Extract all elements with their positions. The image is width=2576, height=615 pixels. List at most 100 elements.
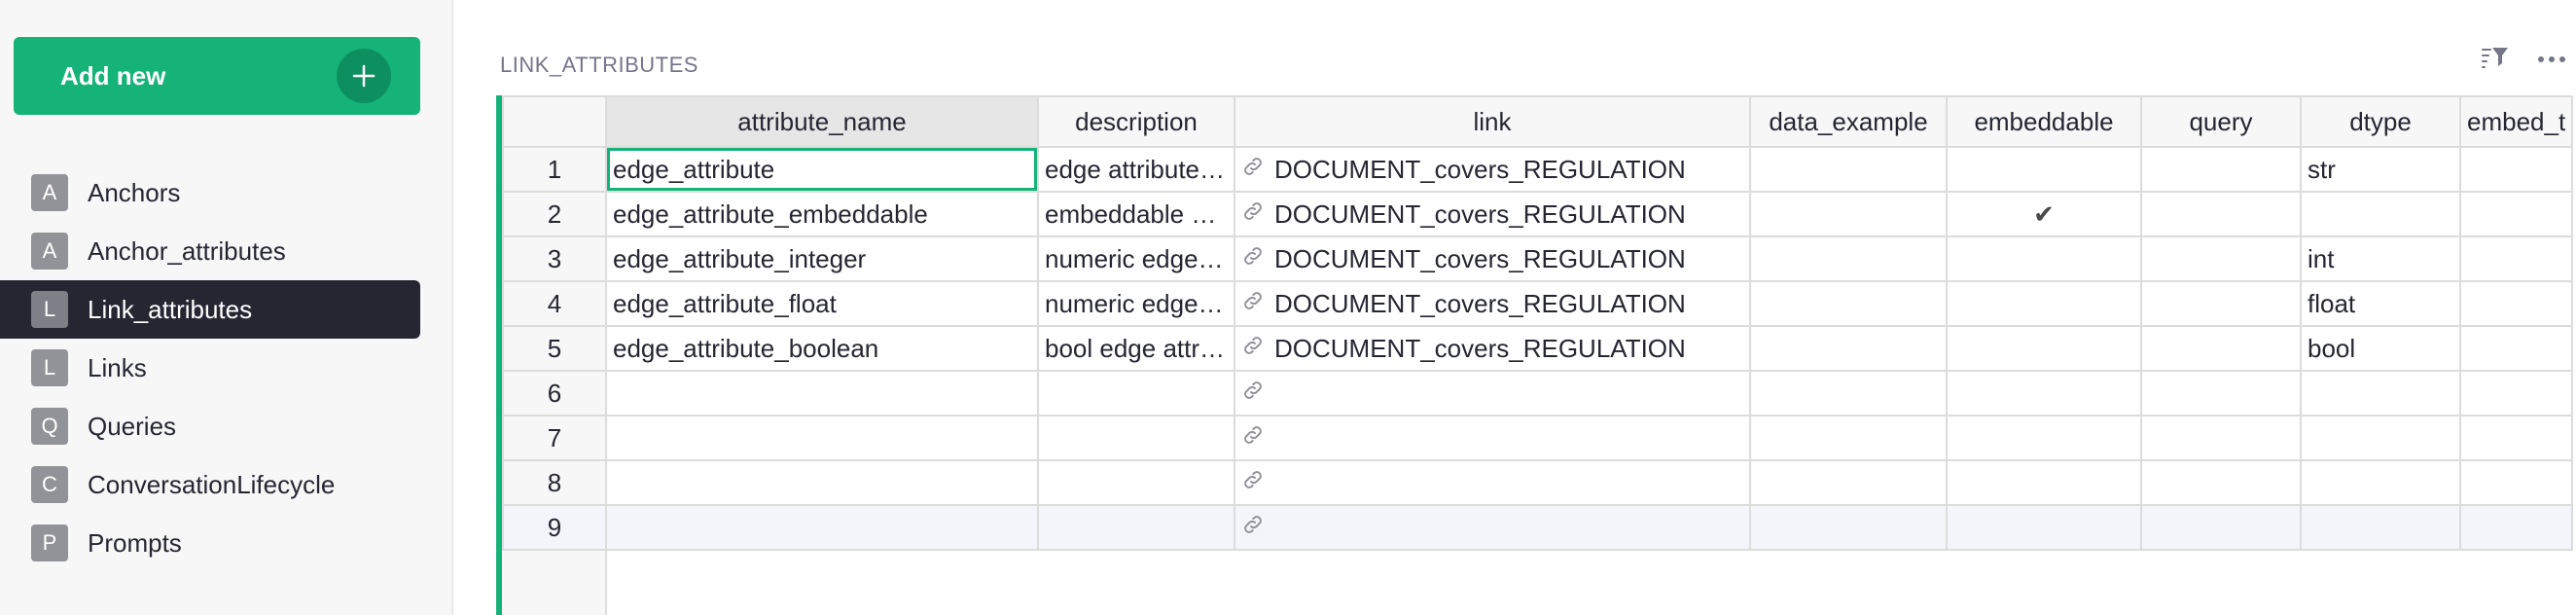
add-new-button[interactable]: Add new: [14, 37, 420, 115]
cell-query[interactable]: [2140, 325, 2302, 372]
table-row[interactable]: 5 edge_attribute_boolean bool edge attr… DO…: [502, 325, 2574, 372]
cell-dtype[interactable]: [2300, 459, 2461, 506]
cell-attribute-name[interactable]: edge_attribute_embeddable: [605, 191, 1039, 237]
column-header-query[interactable]: query: [2140, 95, 2302, 148]
cell-query[interactable]: [2140, 459, 2302, 506]
sidebar-item-links[interactable]: L Links: [0, 339, 420, 397]
cell-attribute-name[interactable]: edge_attribute_integer: [605, 235, 1039, 282]
cell-link[interactable]: [1234, 370, 1751, 416]
row-number[interactable]: 3: [502, 235, 607, 282]
row-number[interactable]: 2: [502, 191, 607, 237]
sidebar-item-link-attributes[interactable]: L Link_attributes: [0, 280, 420, 339]
cell-embeddable[interactable]: [1946, 280, 2142, 327]
column-header-data-example[interactable]: data_example: [1749, 95, 1948, 148]
cell-link[interactable]: DOCUMENT_covers_REGULATION: [1234, 235, 1751, 282]
row-number[interactable]: 7: [502, 415, 607, 461]
cell-data-example[interactable]: [1749, 235, 1948, 282]
cell-query[interactable]: [2140, 191, 2302, 237]
cell-data-example[interactable]: [1749, 325, 1948, 372]
table-row[interactable]: 6: [502, 370, 2574, 416]
cell-query[interactable]: [2140, 370, 2302, 416]
cell-link[interactable]: DOCUMENT_covers_REGULATION: [1234, 325, 1751, 372]
cell-description[interactable]: [1037, 370, 1235, 416]
row-number[interactable]: 5: [502, 325, 607, 372]
cell-embeddable[interactable]: [1946, 415, 2142, 461]
grid-corner[interactable]: [502, 95, 607, 148]
cell-query[interactable]: [2140, 504, 2302, 551]
cell-embed-t[interactable]: [2458, 415, 2574, 461]
table-row[interactable]: 2 edge_attribute_embeddable embeddable … DO…: [502, 191, 2574, 237]
cell-link[interactable]: [1234, 415, 1751, 461]
more-options-icon[interactable]: [2537, 52, 2566, 69]
table-row[interactable]: 8: [502, 459, 2574, 506]
cell-attribute-name[interactable]: [605, 504, 1039, 551]
cell-link[interactable]: [1234, 504, 1751, 551]
row-number[interactable]: 9: [502, 504, 607, 551]
cell-description[interactable]: embeddable …: [1037, 191, 1235, 237]
cell-description[interactable]: numeric edge…: [1037, 235, 1235, 282]
column-header-embed-t[interactable]: embed_t: [2458, 95, 2574, 148]
cell-query[interactable]: [2140, 146, 2302, 193]
cell-link[interactable]: DOCUMENT_covers_REGULATION: [1234, 146, 1751, 193]
table-row[interactable]: 7: [502, 415, 2574, 461]
cell-dtype[interactable]: [2300, 370, 2461, 416]
cell-attribute-name[interactable]: edge_attribute_float: [605, 280, 1039, 327]
cell-embed-t[interactable]: [2458, 280, 2574, 327]
cell-embeddable[interactable]: [1946, 235, 2142, 282]
cell-embeddable[interactable]: ✔: [1946, 191, 2142, 237]
column-header-embeddable[interactable]: embeddable: [1946, 95, 2142, 148]
cell-link[interactable]: DOCUMENT_covers_REGULATION: [1234, 191, 1751, 237]
table-row[interactable]: 3 edge_attribute_integer numeric edge… DOCU…: [502, 235, 2574, 282]
cell-attribute-name[interactable]: [605, 370, 1039, 416]
cell-link[interactable]: [1234, 459, 1751, 506]
cell-embeddable[interactable]: [1946, 459, 2142, 506]
column-header-description[interactable]: description: [1037, 95, 1235, 148]
table-row[interactable]: 1 edge_attribute edge attribute… DOCUMENT_c…: [502, 146, 2574, 193]
row-number[interactable]: 8: [502, 459, 607, 506]
cell-dtype[interactable]: [2300, 415, 2461, 461]
cell-description[interactable]: [1037, 459, 1235, 506]
sidebar-item-anchors[interactable]: A Anchors: [0, 163, 420, 222]
cell-data-example[interactable]: [1749, 146, 1948, 193]
cell-attribute-name[interactable]: [605, 459, 1039, 506]
cell-dtype[interactable]: int: [2300, 235, 2461, 282]
cell-description[interactable]: edge attribute…: [1037, 146, 1235, 193]
cell-embed-t[interactable]: [2458, 191, 2574, 237]
cell-attribute-name[interactable]: edge_attribute_boolean: [605, 325, 1039, 372]
cell-dtype[interactable]: [2300, 191, 2461, 237]
table-row[interactable]: 4 edge_attribute_float numeric edge… DOCUME…: [502, 280, 2574, 327]
cell-embed-t[interactable]: [2458, 370, 2574, 416]
cell-query[interactable]: [2140, 415, 2302, 461]
table-row[interactable]: 9: [502, 504, 2574, 551]
cell-dtype[interactable]: str: [2300, 146, 2461, 193]
cell-embeddable[interactable]: [1946, 325, 2142, 372]
cell-data-example[interactable]: [1749, 280, 1948, 327]
column-header-dtype[interactable]: dtype: [2300, 95, 2461, 148]
sort-filter-icon[interactable]: [2481, 45, 2510, 75]
cell-attribute-name[interactable]: edge_attribute: [605, 146, 1039, 193]
sidebar-item-anchor-attributes[interactable]: A Anchor_attributes: [0, 222, 420, 280]
cell-description[interactable]: numeric edge…: [1037, 280, 1235, 327]
row-number[interactable]: 1: [502, 146, 607, 193]
cell-embed-t[interactable]: [2458, 146, 2574, 193]
cell-link[interactable]: DOCUMENT_covers_REGULATION: [1234, 280, 1751, 327]
cell-description[interactable]: [1037, 504, 1235, 551]
cell-query[interactable]: [2140, 280, 2302, 327]
cell-embed-t[interactable]: [2458, 504, 2574, 551]
cell-embeddable[interactable]: [1946, 146, 2142, 193]
row-number[interactable]: 6: [502, 370, 607, 416]
cell-dtype[interactable]: bool: [2300, 325, 2461, 372]
sidebar-item-prompts[interactable]: P Prompts: [0, 514, 420, 572]
sidebar-item-conversationlifecycle[interactable]: C ConversationLifecycle: [0, 455, 420, 514]
cell-embed-t[interactable]: [2458, 235, 2574, 282]
cell-data-example[interactable]: [1749, 191, 1948, 237]
row-number[interactable]: 4: [502, 280, 607, 327]
column-header-link[interactable]: link: [1234, 95, 1751, 148]
cell-data-example[interactable]: [1749, 459, 1948, 506]
cell-description[interactable]: bool edge attr…: [1037, 325, 1235, 372]
cell-data-example[interactable]: [1749, 415, 1948, 461]
cell-dtype[interactable]: float: [2300, 280, 2461, 327]
cell-description[interactable]: [1037, 415, 1235, 461]
cell-data-example[interactable]: [1749, 504, 1948, 551]
cell-data-example[interactable]: [1749, 370, 1948, 416]
